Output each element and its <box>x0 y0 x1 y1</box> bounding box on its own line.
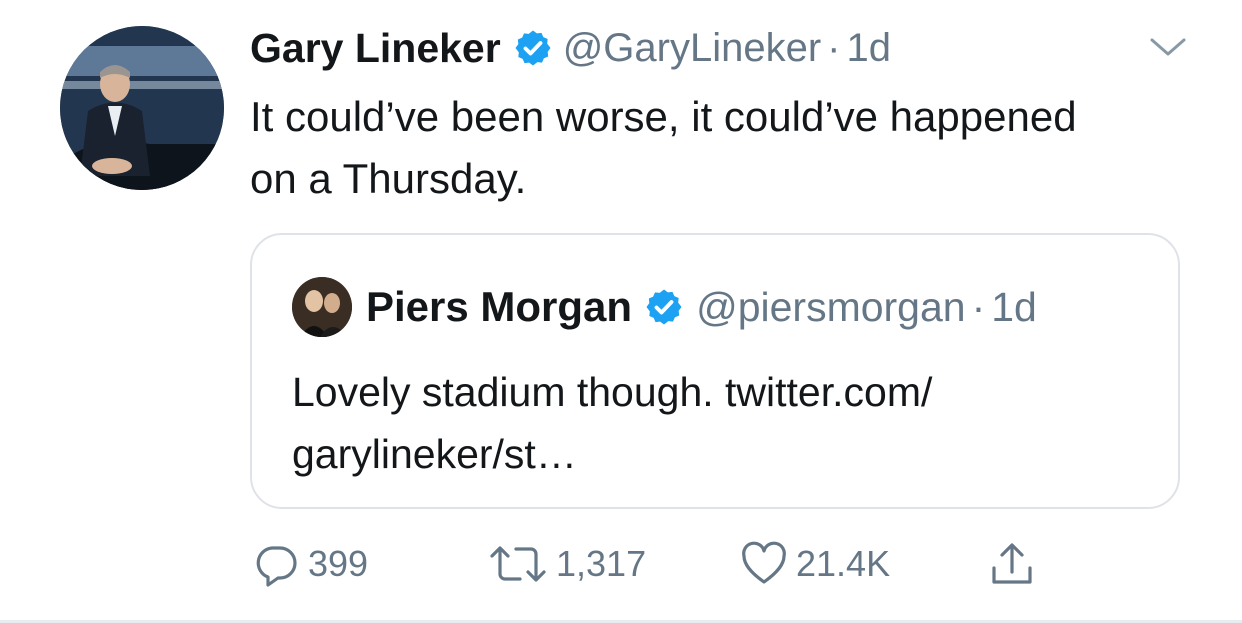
quoted-author-name: Piers Morgan <box>366 283 633 330</box>
quoted-tweet-timestamp: 1d <box>991 283 1037 330</box>
quoted-author-avatar <box>292 277 352 337</box>
separator-dot: · <box>827 25 841 70</box>
quoted-tweet-card[interactable]: Piers Morgan @piersmorgan · 1d Lovely st… <box>250 233 1180 509</box>
like-count: 21.4K <box>796 543 891 584</box>
author-name[interactable]: Gary Lineker <box>250 25 501 72</box>
author-avatar[interactable] <box>60 26 224 190</box>
reply-button[interactable]: 399 <box>252 536 368 592</box>
author-handle[interactable]: @GaryLineker <box>563 26 821 71</box>
tweet-text: It could’ve been worse, it could’ve happ… <box>250 93 1077 202</box>
quoted-tweet-text: Lovely stadium though. twitter.com/ gary… <box>292 369 933 477</box>
share-icon <box>992 543 1032 584</box>
retweet-button[interactable]: 1,317 <box>488 536 646 592</box>
retweet-count: 1,317 <box>556 543 647 584</box>
heart-icon <box>742 541 786 584</box>
share-button[interactable] <box>988 536 1036 592</box>
verified-badge-icon <box>646 289 682 325</box>
quoted-tweet-header: Piers Morgan @piersmorgan · 1d <box>292 277 1037 337</box>
tweet-header: Gary Lineker @GaryLineker · 1d <box>250 22 891 74</box>
like-button[interactable]: 21.4K <box>740 536 890 592</box>
tweet-timestamp[interactable]: 1d <box>847 26 892 71</box>
retweet-icon <box>490 546 546 582</box>
verified-badge-icon <box>515 30 551 66</box>
reply-icon <box>256 546 297 587</box>
tweet-action-bar: 399 1,317 21.4K <box>252 536 1052 592</box>
reply-count: 399 <box>308 543 369 584</box>
chevron-down-icon[interactable] <box>1148 34 1188 62</box>
separator-dot: · <box>971 283 986 330</box>
quoted-author-handle: @piersmorgan <box>696 283 966 330</box>
